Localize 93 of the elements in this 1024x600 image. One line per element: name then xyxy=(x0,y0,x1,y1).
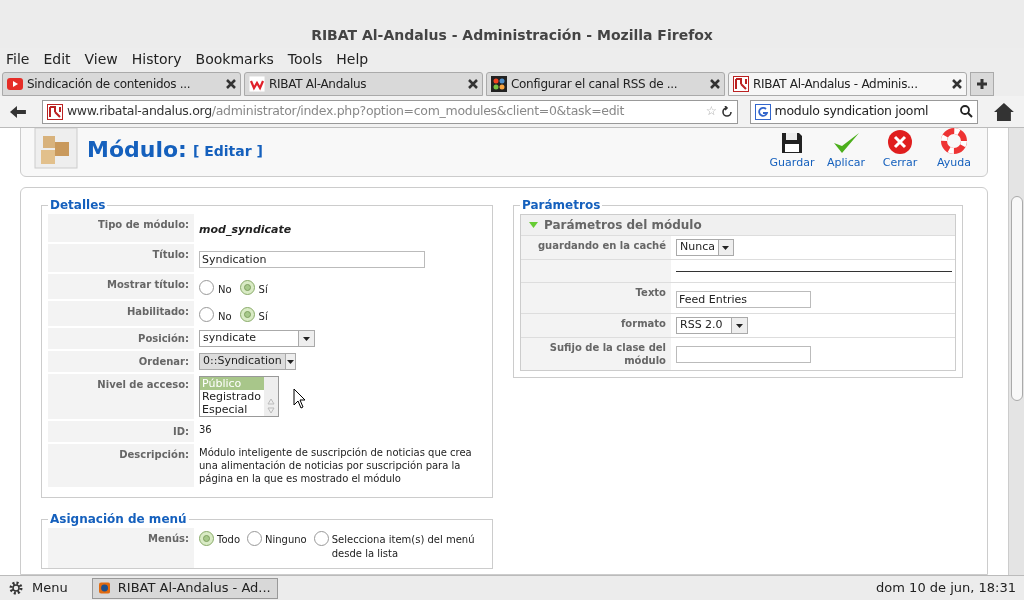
w-logo-icon xyxy=(249,76,265,92)
field-label: Menús: xyxy=(148,533,189,544)
toolbar-button[interactable]: Ayuda xyxy=(933,128,975,172)
field-label: Posición: xyxy=(138,333,189,344)
google-icon xyxy=(754,103,771,120)
close-icon[interactable] xyxy=(226,79,236,89)
menu-item[interactable]: View xyxy=(84,48,118,70)
field-label: Tipo de módulo: xyxy=(97,219,189,230)
taskbar-window[interactable]: RIBAT Al-Andalus - Ad... xyxy=(91,577,278,599)
caret-icon xyxy=(303,336,310,341)
radio-label: Todo xyxy=(217,533,240,547)
field-label: guardando en la caché xyxy=(537,240,666,251)
browser-tab[interactable]: Sindicación de contenidos ... xyxy=(2,72,241,96)
field-value: Módulo inteligente de suscripción de noticias que crea una alimentación de noticias por suscripción para la página en la que es mostrado el módulo xyxy=(199,446,473,485)
radio-label: No xyxy=(218,310,232,324)
address-bar[interactable]: www.ribatal-andalus.org/administrator/index.php?option=com_modules&client=0&task=edit ☆ xyxy=(41,99,738,124)
search-field[interactable]: modulo syndication jooml xyxy=(749,99,979,124)
close-icon[interactable] xyxy=(710,79,720,89)
title-field[interactable]: Syndication xyxy=(199,251,425,268)
radio-label: Ninguno xyxy=(265,533,307,547)
field-label: Ordenar: xyxy=(138,356,189,367)
radio-label: Sí xyxy=(258,283,268,297)
back-arrow-icon[interactable] xyxy=(10,105,26,118)
page-subtitle: [ Editar ] xyxy=(192,142,263,161)
page-title: Módulo: xyxy=(87,136,187,164)
reload-icon[interactable] xyxy=(720,105,733,118)
field-label: Mostrar título: xyxy=(106,279,189,290)
section-legend: Asignación de menú xyxy=(48,510,189,528)
mouse-pointer-icon xyxy=(293,388,307,410)
start-menu[interactable]: Menu xyxy=(32,578,68,598)
toolbar-button[interactable]: Cerrar xyxy=(879,128,921,172)
menu-item[interactable]: History xyxy=(131,48,182,70)
toolbar-button[interactable]: Guardar xyxy=(771,128,813,172)
search-icon[interactable] xyxy=(960,105,974,118)
browser-tab[interactable]: RIBAT Al-Andalus xyxy=(244,72,483,96)
scroll-arrows-icon xyxy=(267,396,275,416)
dropdown[interactable]: syndicate xyxy=(199,330,315,347)
radio-button[interactable] xyxy=(199,306,214,322)
radio-button[interactable] xyxy=(199,279,214,295)
section-legend: Detalles xyxy=(48,196,108,214)
joomla-icon xyxy=(491,76,507,92)
radio-label: Sí xyxy=(258,310,268,324)
caret-icon xyxy=(722,245,730,250)
radio-label: No xyxy=(218,283,232,297)
ribat-logo-icon xyxy=(46,103,63,120)
new-tab-button[interactable] xyxy=(970,72,994,96)
field-label: Texto xyxy=(635,287,666,298)
menu-item[interactable]: Bookmarks xyxy=(195,48,274,70)
clock: dom 10 de jun, 18:31 xyxy=(876,579,1016,598)
home-icon[interactable] xyxy=(994,102,1014,121)
menu-item[interactable]: File xyxy=(6,48,30,70)
section-legend: Parámetros xyxy=(520,196,603,214)
menu-item[interactable]: Help xyxy=(336,48,369,70)
radio-button[interactable] xyxy=(313,531,329,546)
dropdown[interactable]: RSS 2.0 xyxy=(676,317,748,334)
radio-button[interactable] xyxy=(199,531,214,546)
field-value: 36 xyxy=(199,423,213,436)
radio-button[interactable] xyxy=(239,279,255,295)
browser-tab[interactable]: RIBAT Al-Andalus - Adminis... xyxy=(728,72,967,96)
firefox-icon xyxy=(98,580,110,596)
menu-item[interactable]: Edit xyxy=(43,48,71,70)
gear-icon[interactable] xyxy=(8,580,24,596)
caret-icon xyxy=(736,323,743,328)
field-label: ID: xyxy=(172,426,189,437)
plus-icon xyxy=(977,79,987,89)
list-option[interactable]: Especial xyxy=(200,403,264,416)
text-field[interactable] xyxy=(676,346,811,363)
radio-button[interactable] xyxy=(247,531,262,546)
menu-item[interactable]: Tools xyxy=(287,48,323,70)
close-icon[interactable] xyxy=(468,79,478,89)
ribat-logo-icon xyxy=(733,76,749,92)
panel-header[interactable]: Parámetros del módulo xyxy=(521,215,955,235)
text-field[interactable]: Feed Entries xyxy=(676,291,811,308)
radio-label: Selecciona item(s) del menú desde la lista xyxy=(331,533,476,561)
video-icon xyxy=(7,78,23,90)
caret-icon xyxy=(286,359,294,364)
window-title: RIBAT Al-Andalus - Administración - Mozilla Firefox xyxy=(310,26,714,45)
field-label: Título: xyxy=(152,249,189,260)
radio-button[interactable] xyxy=(239,306,255,322)
field-label: Habilitado: xyxy=(126,306,189,317)
field-label: Nivel de acceso: xyxy=(97,379,189,390)
triangle-icon xyxy=(529,222,538,228)
field-label: formato xyxy=(621,318,666,329)
module-type: mod_syndicate xyxy=(199,223,292,236)
field-label: Descripción: xyxy=(119,449,189,460)
field-label: Sufijo de la clase del módulo xyxy=(549,342,666,366)
close-icon[interactable] xyxy=(952,79,962,89)
toolbar-button[interactable]: Aplicar xyxy=(825,128,867,172)
scrollbar-thumb[interactable] xyxy=(1010,196,1023,401)
dropdown[interactable]: Nunca xyxy=(676,239,734,256)
browser-tab[interactable]: Configurar el canal RSS de ... xyxy=(486,72,725,96)
access-level-list[interactable]: Público Registrado Especial xyxy=(199,376,279,417)
list-option[interactable]: Registrado xyxy=(200,390,264,403)
